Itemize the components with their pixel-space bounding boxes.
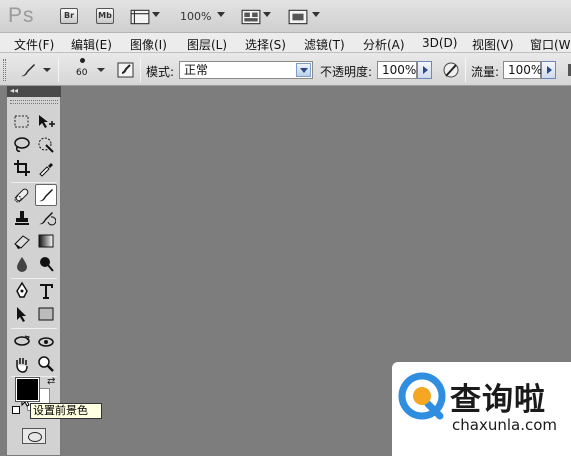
watermark-title: 查询啦 — [450, 382, 546, 418]
menu-select[interactable]: 选择(S) — [245, 36, 286, 53]
tablet-pressure-opacity-icon[interactable] — [441, 60, 461, 80]
view-extras-icon[interactable] — [130, 7, 150, 25]
quick-mask-button[interactable] — [22, 428, 46, 444]
screen-mode-icon[interactable] — [288, 7, 308, 25]
tools-separator — [11, 182, 57, 183]
photoshop-window: Ps Br Mb 100% 文件(F) 编辑(E) 图像(I) 图层(L) 选择… — [0, 0, 571, 456]
menu-window[interactable]: 窗口(W) — [530, 36, 571, 53]
flow-slider-button[interactable] — [541, 61, 556, 79]
menu-bar: 文件(F) 编辑(E) 图像(I) 图层(L) 选择(S) 滤镜(T) 分析(A… — [0, 33, 571, 53]
tool-options-bar: 60 模式: 正常 不透明度: 100% 流量: 100% — [0, 53, 571, 86]
options-grip[interactable] — [3, 59, 6, 81]
brush-tool-icon[interactable] — [35, 184, 57, 206]
flow-input[interactable]: 100% — [503, 61, 542, 79]
blur-tool-icon[interactable] — [12, 254, 32, 274]
menu-filter[interactable]: 滤镜(T) — [304, 36, 345, 53]
crop-tool-icon[interactable] — [12, 158, 32, 178]
launch-bridge-button[interactable]: Br — [60, 8, 78, 24]
zoom-level-dropdown[interactable]: 100% — [180, 10, 211, 23]
history-brush-tool-icon[interactable] — [36, 208, 57, 228]
marquee-tool-icon[interactable] — [12, 112, 32, 132]
tools-separator — [11, 278, 57, 279]
3d-orbit-tool-icon[interactable] — [36, 331, 56, 351]
tools-panel: ◂◂ ⇄ — [6, 86, 61, 456]
blend-mode-select[interactable]: 正常 — [179, 61, 313, 79]
3d-rotate-tool-icon[interactable] — [12, 331, 32, 351]
menu-layer[interactable]: 图层(L) — [187, 36, 227, 53]
options-separator — [58, 58, 59, 82]
path-selection-tool-icon[interactable] — [12, 304, 32, 324]
menu-edit[interactable]: 编辑(E) — [71, 36, 112, 53]
gradient-tool-icon[interactable] — [36, 231, 56, 251]
zoom-tool-icon[interactable] — [36, 354, 56, 374]
eraser-tool-icon[interactable] — [12, 231, 32, 251]
launch-minibridge-button[interactable]: Mb — [96, 8, 114, 24]
view-extras-dropdown-icon[interactable] — [152, 12, 160, 17]
dodge-tool-icon[interactable] — [36, 254, 56, 274]
zoom-dropdown-icon[interactable] — [217, 12, 225, 17]
menu-analysis[interactable]: 分析(A) — [363, 36, 405, 53]
spot-healing-brush-tool-icon[interactable] — [12, 185, 32, 205]
swap-colors-icon[interactable]: ⇄ — [47, 376, 55, 387]
brush-size-label[interactable]: 60 — [76, 68, 87, 78]
blend-mode-value: 正常 — [184, 63, 209, 77]
brush-tip-preview-icon[interactable] — [80, 58, 85, 63]
opacity-input[interactable]: 100% — [377, 61, 417, 79]
watermark-url: chaxunla.com — [452, 416, 557, 434]
arrange-documents-icon[interactable] — [241, 7, 261, 25]
photoshop-logo: Ps — [8, 4, 35, 27]
brush-picker-dropdown-icon[interactable] — [97, 68, 105, 72]
clone-stamp-tool-icon[interactable] — [12, 208, 32, 228]
type-tool-icon[interactable] — [36, 281, 56, 301]
pen-tool-icon[interactable] — [12, 281, 32, 301]
foreground-color-tooltip: 设置前景色 — [30, 403, 102, 419]
mode-label: 模式: — [146, 65, 175, 79]
options-separator — [465, 58, 466, 82]
tool-preset-brush-icon[interactable] — [18, 60, 38, 80]
quick-selection-tool-icon[interactable] — [36, 135, 56, 155]
tools-panel-collapse-button[interactable]: ◂◂ — [7, 86, 61, 97]
default-colors-icon[interactable] — [12, 406, 20, 414]
flow-label: 流量: — [471, 65, 500, 79]
toggle-brush-panel-icon[interactable] — [116, 60, 136, 80]
lasso-tool-icon[interactable] — [12, 135, 32, 155]
tools-separator — [11, 328, 57, 329]
opacity-label: 不透明度: — [320, 65, 373, 79]
tools-panel-grip[interactable] — [10, 100, 58, 104]
rectangle-tool-icon[interactable] — [36, 304, 56, 324]
menu-3d[interactable]: 3D(D) — [422, 36, 457, 50]
blend-mode-dropdown-icon[interactable] — [296, 63, 311, 77]
chaxunla-logo-icon — [398, 372, 446, 420]
menu-file[interactable]: 文件(F) — [14, 36, 54, 53]
foreground-color-swatch-top[interactable] — [15, 377, 40, 402]
hand-tool-icon[interactable] — [12, 354, 32, 374]
screen-mode-dropdown-icon[interactable] — [312, 12, 320, 17]
arrange-dropdown-icon[interactable] — [263, 12, 271, 17]
menu-view[interactable]: 视图(V) — [472, 36, 514, 53]
options-separator — [140, 58, 141, 82]
application-bar: Ps Br Mb 100% — [0, 0, 571, 33]
airbrush-icon[interactable] — [561, 60, 571, 80]
opacity-slider-button[interactable] — [417, 61, 432, 79]
menu-image[interactable]: 图像(I) — [130, 36, 167, 53]
tool-preset-dropdown-icon[interactable] — [43, 68, 51, 72]
move-tool-icon[interactable] — [36, 112, 56, 132]
watermark-badge: 查询啦 chaxunla.com — [392, 362, 571, 456]
eyedropper-tool-icon[interactable] — [36, 158, 56, 178]
